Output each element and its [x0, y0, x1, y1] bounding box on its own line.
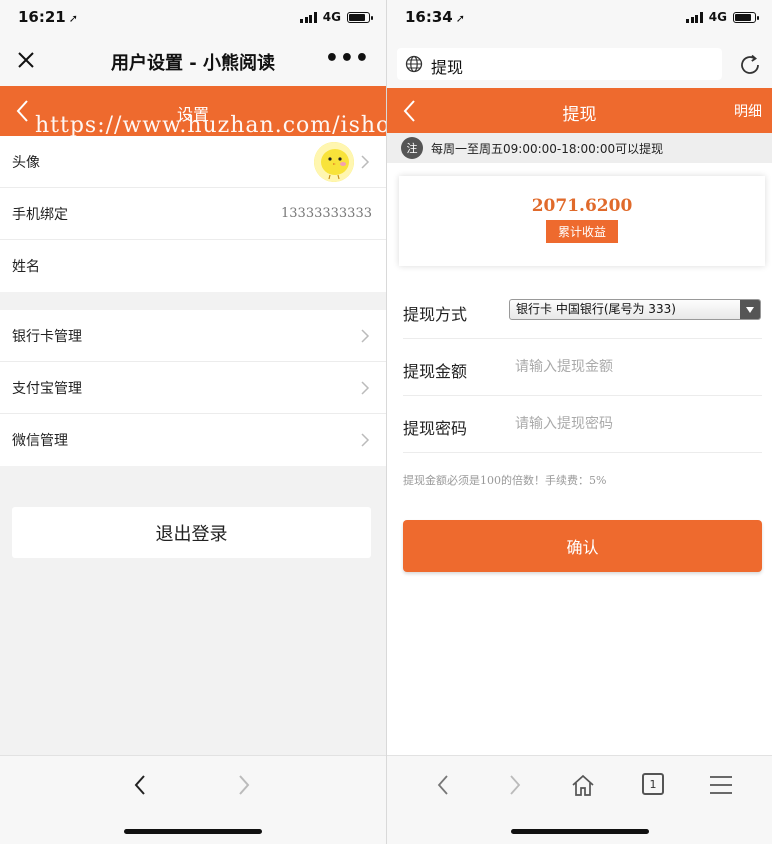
dropdown-arrow-icon: [740, 300, 760, 319]
method-row: 提现方式 银行卡 中国银行(尾号为 333): [403, 282, 762, 339]
forward-icon[interactable]: [501, 772, 527, 798]
url-field[interactable]: 提现: [397, 48, 722, 80]
amount-input[interactable]: [515, 353, 755, 381]
notice-text: 每周一至周五09:00:00-18:00:00可以提现: [431, 141, 664, 156]
row-label: 微信管理: [12, 433, 68, 449]
signal-icon: [686, 11, 703, 23]
watermark-text: https://www.huzhan.com/ishop4682: [35, 113, 386, 138]
browser-url-bar: 提现: [387, 34, 772, 88]
row-label: 手机绑定: [12, 206, 68, 223]
fee-note: 提现金额必须是100的倍数！手续费：5%: [403, 474, 607, 487]
row-label: 头像: [12, 154, 40, 171]
home-icon[interactable]: [570, 772, 596, 798]
forward-icon[interactable]: [230, 772, 256, 798]
network-type: 4G: [708, 10, 727, 24]
network-type: 4G: [322, 10, 341, 24]
method-select[interactable]: 银行卡 中国银行(尾号为 333): [509, 299, 761, 320]
earnings-card: 2071.6200 累计收益: [399, 176, 765, 266]
method-value: 银行卡 中国银行(尾号为 333): [516, 302, 676, 316]
signal-icon: [300, 11, 317, 23]
wechat-row[interactable]: 微信管理: [0, 414, 386, 466]
profile-list: 头像 手机绑定 13333333333 姓名: [0, 136, 386, 292]
reload-icon[interactable]: [738, 53, 762, 77]
avatar[interactable]: [314, 142, 354, 182]
status-indicators: 4G: [686, 10, 759, 24]
home-indicator: [124, 829, 262, 834]
notice-badge: 注: [401, 137, 423, 159]
row-label: 银行卡管理: [12, 328, 82, 345]
row-label: 支付宝管理: [12, 380, 82, 397]
amount-row: 提现金额: [403, 339, 762, 396]
home-indicator: [510, 829, 649, 834]
confirm-button[interactable]: 确认: [403, 520, 762, 572]
avatar-chick-icon: [314, 142, 354, 182]
name-row[interactable]: 姓名: [0, 240, 386, 292]
url-title: 提现: [431, 58, 464, 77]
settings-screen: 16:21 ➚ 4G 用户设置 - 小熊阅读 ••• 设置 头像 手机绑定 13…: [0, 0, 386, 844]
alipay-row[interactable]: 支付宝管理: [0, 362, 386, 414]
chevron-right-icon: [361, 433, 370, 447]
battery-icon: [733, 11, 759, 23]
status-time: 16:34 ➚: [405, 8, 465, 26]
avatar-row[interactable]: 头像: [0, 136, 386, 188]
phone-number: 13333333333: [281, 206, 372, 221]
row-label: 姓名: [12, 259, 40, 275]
chevron-right-icon: [361, 155, 370, 169]
back-icon[interactable]: [431, 772, 457, 798]
earnings-amount: 2071.6200: [531, 196, 633, 216]
phone-binding-row[interactable]: 手机绑定 13333333333: [0, 188, 386, 240]
amount-label: 提现金额: [403, 362, 468, 381]
detail-link[interactable]: 明细: [734, 101, 762, 121]
globe-icon: [405, 55, 423, 73]
header-title: 提现: [562, 105, 597, 125]
password-label: 提现密码: [403, 419, 468, 438]
password-input[interactable]: [515, 410, 755, 438]
battery-icon: [347, 11, 373, 23]
bottom-toolbar: [0, 755, 386, 844]
browser-toolbar: 1: [387, 755, 772, 844]
bank-card-row[interactable]: 银行卡管理: [0, 310, 386, 362]
more-icon[interactable]: •••: [325, 46, 370, 71]
status-time: 16:21 ➚: [18, 8, 78, 26]
status-bar: 16:21 ➚ 4G: [0, 0, 386, 34]
chevron-right-icon: [361, 381, 370, 395]
wechat-title-bar: 用户设置 - 小熊阅读 •••: [0, 34, 386, 86]
withdraw-screen: 16:34 ➚ 4G 提现 提现 明细 注 每周一至周五09:00:00-18:…: [387, 0, 772, 844]
withdraw-notice: 注 每周一至周五09:00:00-18:00:00可以提现: [387, 133, 772, 163]
method-label: 提现方式: [403, 305, 468, 324]
status-bar: 16:34 ➚ 4G: [387, 0, 772, 34]
earnings-label: 累计收益: [545, 220, 618, 243]
tabs-icon[interactable]: 1: [642, 773, 664, 795]
chevron-right-icon: [361, 329, 370, 343]
account-list: 银行卡管理 支付宝管理 微信管理: [0, 310, 386, 466]
status-indicators: 4G: [300, 10, 373, 24]
menu-icon[interactable]: [708, 772, 734, 798]
password-row: 提现密码: [403, 396, 762, 453]
withdraw-header: 提现 明细: [387, 88, 772, 133]
logout-button[interactable]: 退出登录: [12, 507, 371, 558]
back-icon[interactable]: [128, 772, 154, 798]
